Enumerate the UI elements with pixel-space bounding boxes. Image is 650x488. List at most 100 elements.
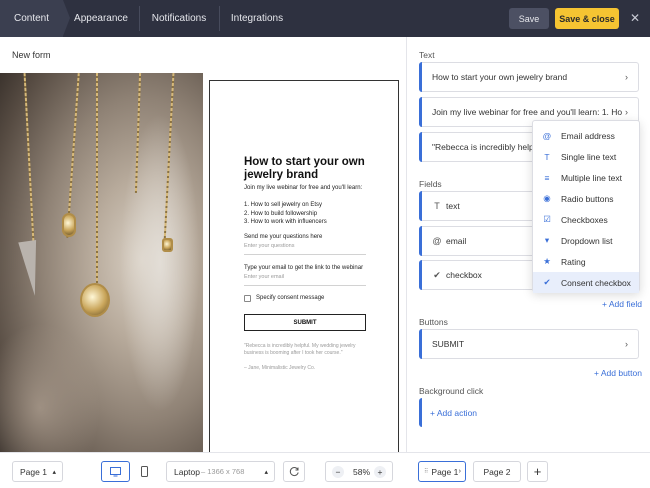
text-item-label: Join my live webinar for free and you'll… — [432, 107, 622, 117]
necklace-chain — [23, 73, 35, 243]
at-sign-icon: @ — [542, 130, 552, 141]
rotate-button[interactable] — [283, 461, 305, 482]
tab-appearance[interactable]: Appearance — [63, 0, 140, 37]
testimonial-quote: "Rebecca is incredibly helpful. My weddi… — [244, 343, 356, 356]
field-label: email — [446, 236, 467, 246]
text-item-label: How to start your own jewelry brand — [432, 72, 568, 82]
zoom-level: 58% — [353, 466, 371, 477]
dropdown-item-radio-buttons[interactable]: ◉ Radio buttons — [533, 188, 639, 209]
page-tab-2[interactable]: Page 2 — [473, 461, 521, 482]
monitor-icon — [110, 466, 121, 476]
phone-icon — [140, 466, 148, 477]
page-tab-label: Page 1 — [431, 466, 459, 477]
text-icon: T — [544, 151, 550, 162]
dropdown-item-checkboxes[interactable]: ☑ Checkboxes — [533, 209, 639, 230]
editor-canvas: New form How to start your own jewelry b… — [0, 37, 406, 488]
page-select-value: Page 1 — [20, 466, 47, 477]
add-action-link[interactable]: + Add action — [430, 408, 477, 418]
radio-icon: ◉ — [543, 193, 551, 203]
page-select[interactable]: Page 1 ▴ — [12, 461, 63, 482]
top-bar: Content Appearance Notifications Integra… — [0, 0, 650, 37]
preview-list-item: 2. How to build followership — [244, 210, 318, 217]
field-label: checkbox — [446, 270, 482, 280]
device-select-value: Laptop — [174, 466, 200, 477]
tab-label: Notifications — [151, 13, 207, 24]
button-item-label: SUBMIT — [432, 339, 465, 349]
form-name: New form — [12, 50, 51, 60]
star-icon: ★ — [543, 256, 551, 266]
drag-handle-icon[interactable]: ⠿ — [424, 468, 428, 475]
chevron-right-icon: › — [458, 468, 461, 475]
preview-subtitle: Join my live webinar for free and you'll… — [244, 185, 363, 191]
device-select[interactable]: Laptop – 1366 x 768 ▴ — [166, 461, 275, 482]
device-size: 1366 x 768 — [207, 467, 245, 476]
zoom-control: − 58% + — [325, 461, 393, 482]
dropdown-item-single-line-text[interactable]: T Single line text — [533, 146, 639, 167]
zoom-out-button[interactable]: − — [332, 465, 344, 478]
background-photo — [0, 73, 203, 488]
dropdown-item-label: Email address — [561, 130, 615, 141]
dropdown-item-label: Single line text — [561, 151, 617, 162]
add-page-button[interactable]: + — [527, 461, 548, 482]
chevron-right-icon: › — [625, 72, 628, 82]
dropdown-item-dropdown-list[interactable]: ▾ Dropdown list — [533, 230, 639, 251]
dropdown-icon: ▾ — [544, 235, 550, 245]
checkmark-icon: ✔ — [543, 277, 551, 287]
checkbox-icon: ☑ — [543, 214, 551, 224]
tab-chevron — [63, 0, 70, 36]
email-label: Type your email to get the link to the w… — [244, 265, 364, 271]
page-tab-1[interactable]: ⠿ Page 1 › — [418, 461, 466, 482]
add-field-dropdown: @ Email address T Single line text ≡ Mul… — [532, 120, 640, 293]
text-field-icon: T — [434, 201, 440, 211]
zoom-in-button[interactable]: + — [374, 465, 386, 478]
submit-button[interactable]: SUBMIT — [244, 314, 366, 331]
button-item[interactable]: SUBMIT › — [419, 329, 639, 359]
preview-list-item: 3. How to work with influencers — [244, 219, 327, 226]
checkmark-icon: ✔ — [433, 269, 441, 280]
consent-checkbox[interactable] — [244, 295, 251, 302]
tab-content[interactable]: Content — [0, 0, 70, 37]
preview-list-item: 1. How to sell jewelry on Etsy — [244, 202, 323, 208]
chevron-up-icon: ▴ — [264, 468, 268, 476]
chevron-up-icon: ▴ — [52, 468, 56, 476]
preview-list: 1. How to sell jewelry on Etsy 2. How to… — [244, 201, 327, 227]
dropdown-item-label: Consent checkbox — [561, 277, 631, 288]
tab-label: Appearance — [74, 13, 128, 24]
dropdown-item-multiple-line-text[interactable]: ≡ Multiple line text — [533, 167, 639, 188]
close-icon[interactable]: ✕ — [627, 10, 643, 26]
testimonial-author: – Jane, Minimalistic Jewelry Co. — [244, 365, 316, 371]
add-field-link[interactable]: + Add field — [602, 299, 642, 309]
pendant-charm — [62, 213, 76, 237]
dropdown-item-label: Rating — [561, 256, 586, 267]
fields-section-title: Fields — [419, 179, 442, 189]
dropdown-item-email-address[interactable]: @ Email address — [533, 125, 639, 146]
dropdown-item-consent-checkbox[interactable]: ✔ Consent checkbox — [533, 272, 639, 293]
bottom-toolbar: Page 1 ▴ Laptop – 1366 x 768 ▴ − 58% + ⠿… — [0, 452, 650, 488]
desktop-view-button[interactable] — [101, 461, 130, 482]
tab-integrations[interactable]: Integrations — [219, 0, 295, 37]
rotate-icon — [289, 467, 299, 477]
background-click-title: Background click — [419, 386, 484, 396]
save-button[interactable]: Save — [509, 8, 549, 29]
question-label: Send me your questions here — [244, 234, 323, 240]
dropdown-item-label: Dropdown list — [561, 235, 613, 246]
photo-highlight — [120, 113, 200, 413]
buttons-section-title: Buttons — [419, 317, 448, 327]
text-item[interactable]: How to start your own jewelry brand › — [419, 62, 639, 92]
at-sign-icon: @ — [432, 236, 442, 246]
chevron-right-icon: › — [625, 339, 628, 349]
mobile-view-button[interactable] — [130, 461, 158, 482]
necklace-chain — [96, 73, 98, 283]
tab-label: Integrations — [230, 13, 284, 24]
email-input[interactable]: Enter your email — [244, 274, 366, 286]
form-preview[interactable]: How to start your own jewelry brand Join… — [209, 80, 399, 481]
dropdown-item-rating[interactable]: ★ Rating — [533, 251, 639, 272]
background-action-item[interactable]: + Add action — [419, 398, 639, 427]
add-button-link[interactable]: + Add button — [594, 368, 642, 378]
pendant-locket — [80, 283, 110, 317]
question-input[interactable]: Enter your questions — [244, 243, 366, 255]
pendant-blade — [18, 240, 44, 297]
save-and-close-button[interactable]: Save & close — [555, 8, 619, 29]
tab-notifications[interactable]: Notifications — [139, 0, 220, 37]
paragraph-icon: ≡ — [544, 172, 550, 183]
